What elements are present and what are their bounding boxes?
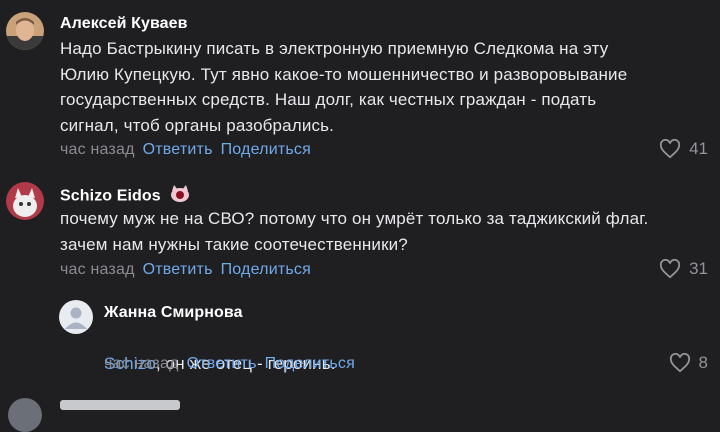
share-button[interactable]: Поделиться <box>221 141 311 159</box>
heart-icon <box>660 139 681 159</box>
comment-meta: час назад Ответить Поделиться <box>104 355 355 373</box>
comment-text: Надо Бастрыкину писать в электронную при… <box>60 39 628 135</box>
author-name-text: Schizo Eidos <box>60 187 161 205</box>
reply-button[interactable]: Ответить <box>143 141 213 159</box>
avatar[interactable] <box>59 300 93 334</box>
comment-meta: час назад Ответить Поделиться <box>60 141 311 159</box>
reply-button[interactable]: Ответить <box>143 261 213 279</box>
avatar[interactable] <box>6 182 44 220</box>
like-button[interactable]: 8 <box>669 353 708 373</box>
author-name[interactable]: Schizo Eidos <box>60 185 191 208</box>
timestamp[interactable]: час назад <box>60 261 135 279</box>
share-button[interactable]: Поделиться <box>265 355 355 373</box>
comment-meta: час назад Ответить Поделиться <box>60 261 311 279</box>
timestamp[interactable]: час назад <box>60 141 135 159</box>
like-count: 31 <box>689 259 708 278</box>
timestamp[interactable]: час назад <box>104 355 179 373</box>
heart-icon <box>669 353 690 373</box>
share-button[interactable]: Поделиться <box>221 261 311 279</box>
like-count: 8 <box>698 353 708 372</box>
author-name[interactable]: Жанна Смирнова <box>104 304 243 322</box>
avatar[interactable] <box>6 12 44 50</box>
next-comment-avatar-partial <box>8 398 42 432</box>
author-name[interactable]: Алексей Куваев <box>60 15 188 33</box>
comment-text: почему муж не на СВО? потому что он умрё… <box>60 209 649 254</box>
next-comment-name-partial <box>60 400 180 410</box>
like-button[interactable]: 31 <box>659 259 708 279</box>
cat-badge-icon <box>169 185 191 208</box>
reply-button[interactable]: Ответить <box>187 355 257 373</box>
heart-icon <box>660 259 681 279</box>
like-button[interactable]: 41 <box>659 139 708 159</box>
like-count: 41 <box>689 139 708 158</box>
